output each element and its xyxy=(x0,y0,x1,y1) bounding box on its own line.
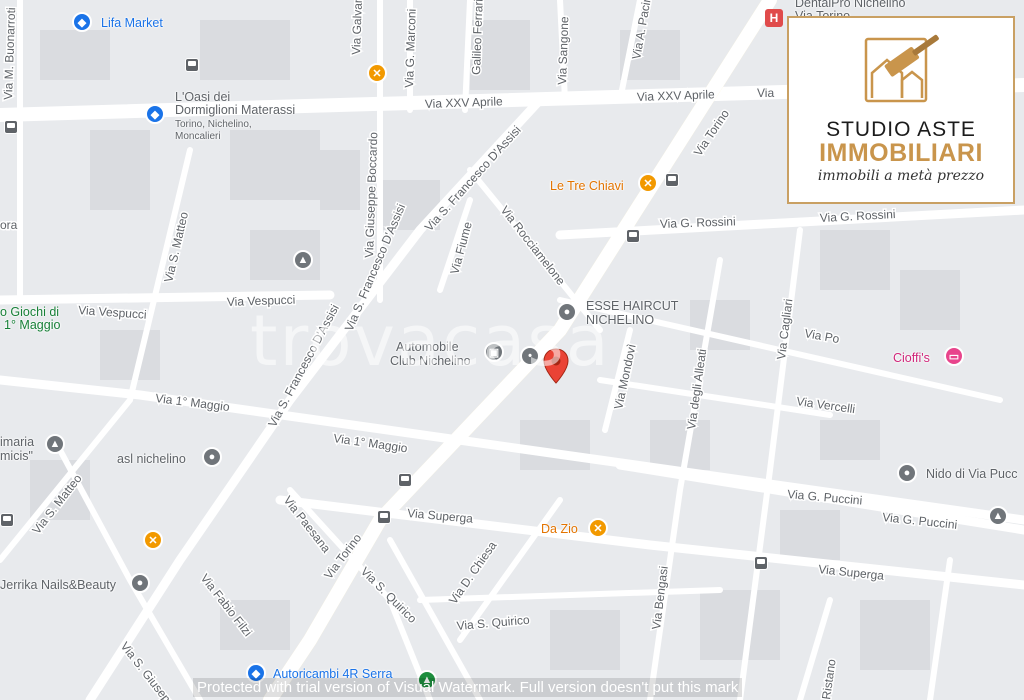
bus-stop-icon[interactable] xyxy=(185,58,199,72)
poi-lifa-market[interactable]: Lifa Market xyxy=(101,16,163,30)
bus-stop-icon[interactable] xyxy=(0,513,14,527)
shopping-icon[interactable]: ◆ xyxy=(72,12,92,32)
school-icon[interactable]: ● xyxy=(897,463,917,483)
street-via-xxv-aprile-1: Via XXV Aprile xyxy=(425,94,504,111)
poi-oasi-line2[interactable]: Dormiglioni Materassi xyxy=(175,103,295,117)
street-via-marconi: Via G. Marconi xyxy=(402,9,419,89)
logo-tagline: immobili a metà prezzo xyxy=(817,168,985,184)
restaurant-icon[interactable]: ✕ xyxy=(143,530,163,550)
gavel-house-icon xyxy=(864,34,939,103)
poi-oasi-line4: Moncalieri xyxy=(175,131,221,142)
street-ora-fragment: ora xyxy=(0,218,18,232)
poi-primaria-line2: micis" xyxy=(0,449,33,463)
poi-giochi-line1[interactable]: o Giochi di xyxy=(0,305,59,319)
street-via-rossini-1: Via G. Rossini xyxy=(660,214,736,231)
bus-stop-icon[interactable] xyxy=(4,120,18,134)
health-icon[interactable]: ● xyxy=(202,447,222,467)
street-galileo-ferraris: Galileo Ferraris xyxy=(469,0,486,75)
bus-stop-icon[interactable] xyxy=(377,510,391,524)
school-icon[interactable]: ▲ xyxy=(293,250,313,270)
poi-asl-nichelino[interactable]: asl nichelino xyxy=(117,452,186,466)
restaurant-icon[interactable]: ✕ xyxy=(588,518,608,538)
school-icon[interactable]: ▲ xyxy=(988,506,1008,526)
bus-stop-icon[interactable] xyxy=(626,229,640,243)
logo-line2: IMMOBILIARI xyxy=(819,139,983,167)
poi-le-tre-chiavi[interactable]: Le Tre Chiavi xyxy=(550,179,624,193)
bus-stop-icon[interactable] xyxy=(665,173,679,187)
poi-primaria-line1[interactable]: imaria xyxy=(0,435,34,449)
salon-icon[interactable]: ● xyxy=(130,573,150,593)
hotel-icon[interactable]: ▭ xyxy=(944,346,964,366)
poi-cioffis[interactable]: Cioffi's xyxy=(893,351,930,365)
trial-watermark-notice: Protected with trial version of Visual W… xyxy=(193,678,743,697)
street-via-galvani: Via Galvani xyxy=(349,0,365,55)
bus-stop-icon[interactable] xyxy=(398,473,412,487)
restaurant-icon[interactable]: ✕ xyxy=(638,173,658,193)
street-via-sangone: Via Sangone xyxy=(555,16,571,85)
watermark-text: trovacasa xyxy=(250,300,611,382)
street-via-corner: Via xyxy=(757,86,774,100)
poi-oasi-line1[interactable]: L'Oasi dei xyxy=(175,90,230,104)
street-via-xxv-aprile-2: Via XXV Aprile xyxy=(637,87,716,104)
shopping-icon[interactable]: ◆ xyxy=(145,104,165,124)
hospital-icon[interactable]: H xyxy=(765,9,783,27)
poi-giochi-line2: 1° Maggio xyxy=(4,318,61,332)
poi-da-zio[interactable]: Da Zio xyxy=(541,522,578,536)
restaurant-icon[interactable]: ✕ xyxy=(367,63,387,83)
school-icon[interactable]: ▲ xyxy=(45,434,65,454)
bus-stop-icon[interactable] xyxy=(754,556,768,570)
poi-nido[interactable]: Nido di Via Pucc xyxy=(926,467,1018,481)
studio-aste-logo[interactable]: STUDIO ASTE IMMOBILIARI immobili a metà … xyxy=(787,16,1015,204)
poi-nails-beauty[interactable]: Jerrika Nails&Beauty xyxy=(0,578,116,592)
